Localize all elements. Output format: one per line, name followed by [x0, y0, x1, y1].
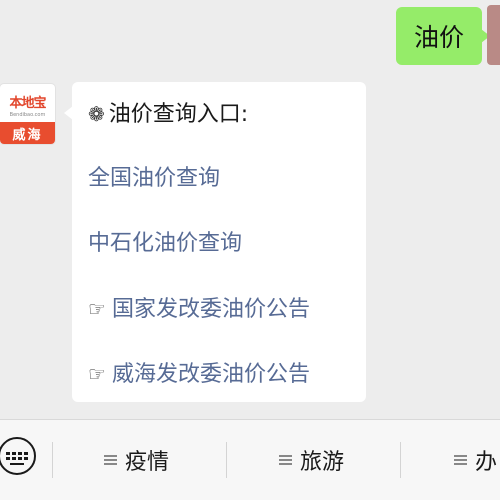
menu-icon [104, 454, 117, 466]
card-heading: ❁ 油价查询入口: [88, 99, 248, 130]
link-text: 国家发改委油价公告 [111, 297, 310, 322]
menu-item-services[interactable]: 办 [454, 444, 497, 476]
link-text: 威海发改委油价公告 [111, 362, 310, 387]
flower-icon: ❁ [88, 102, 105, 126]
my-avatar[interactable] [487, 5, 500, 65]
menu-divider [226, 442, 227, 478]
bottom-menu-bar: 疫情 旅游 办 [0, 419, 500, 500]
keyboard-keys [6, 452, 28, 460]
logo-url: Bendibao.com [9, 112, 46, 118]
menu-item-label: 旅游 [300, 450, 345, 475]
link-national-oil-price[interactable]: 全国油价查询 [88, 164, 220, 194]
keyboard-spacebar [10, 463, 24, 465]
sender-avatar[interactable]: 本地宝 Bendibao.com 威海 [0, 84, 55, 144]
menu-icon [279, 454, 292, 466]
outgoing-message-bubble[interactable]: 油价 [396, 7, 490, 65]
menu-item-label: 办 [475, 450, 498, 475]
incoming-message-card: ❁ 油价查询入口: 全国油价查询 中石化油价查询 ☞ 国家发改委油价公告 ☞ 威海发改… [64, 82, 366, 402]
outgoing-message-text: 油价 [413, 23, 464, 52]
menu-item-travel[interactable]: 旅游 [279, 444, 344, 476]
keyboard-icon[interactable] [0, 437, 36, 475]
menu-divider [52, 442, 53, 478]
link-text: 全国油价查询 [88, 166, 221, 191]
link-ndrc-announcement[interactable]: ☞ 国家发改委油价公告 [88, 294, 310, 325]
menu-divider [400, 442, 401, 478]
link-sinopec-oil-price[interactable]: 中石化油价查询 [88, 229, 242, 259]
card-heading-text: 油价查询入口: [108, 102, 249, 127]
link-weihai-ndrc-announcement[interactable]: ☞ 威海发改委油价公告 [88, 359, 310, 390]
logo-title: 本地宝 [9, 95, 46, 111]
logo-city: 威海 [0, 122, 55, 144]
pointing-hand-icon: ☞ [88, 362, 106, 386]
pointing-hand-icon: ☞ [88, 297, 106, 321]
menu-item-epidemic[interactable]: 疫情 [104, 444, 169, 476]
link-text: 中石化油价查询 [88, 231, 243, 256]
menu-item-label: 疫情 [125, 450, 170, 475]
menu-icon [454, 454, 467, 466]
